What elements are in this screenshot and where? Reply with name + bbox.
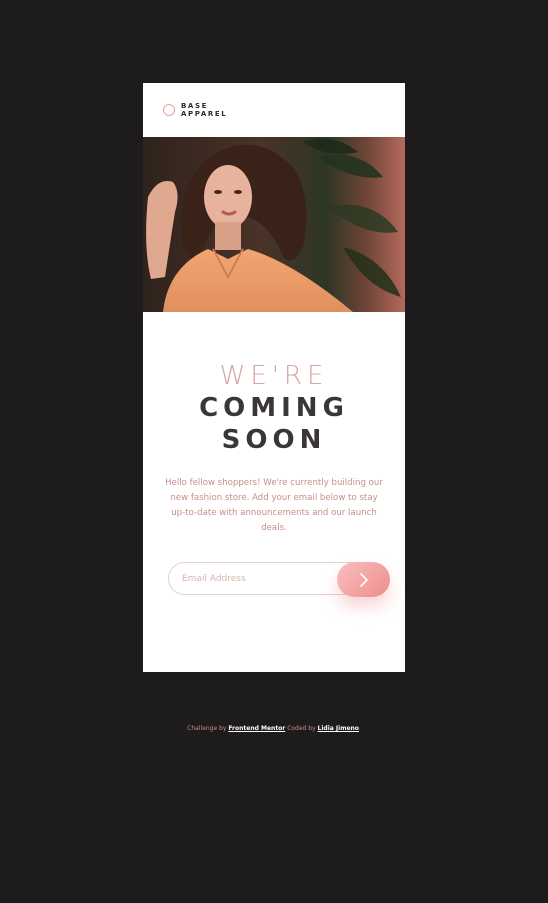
submit-button[interactable] <box>337 562 390 597</box>
footer-attribution: Challenge by Frontend Mentor Coded by Li… <box>0 725 548 732</box>
footer-suffix: . <box>358 725 361 732</box>
logo-text: BASE APPAREL <box>181 102 227 118</box>
footer-prefix: Challenge by <box>187 725 227 732</box>
title-line-1: WE'RE <box>219 361 329 391</box>
coming-soon-card: BASE APPAREL WE'RE COMING SOON Hello fel… <box>143 83 405 672</box>
logo-line-2: APPAREL <box>181 110 228 118</box>
logo-line-1: BASE <box>181 102 208 110</box>
frontend-mentor-link[interactable]: Frontend Mentor <box>228 725 285 732</box>
description-text: Hello fellow shoppers! We're currently b… <box>165 478 383 533</box>
chevron-right-icon <box>359 572 368 587</box>
title-line-2: COMING <box>199 393 349 423</box>
title-line-3: SOON <box>221 425 327 455</box>
page-title: WE'RE COMING SOON <box>143 360 405 456</box>
brand-logo[interactable]: BASE APPAREL <box>163 102 227 118</box>
logo-circle-icon <box>163 104 175 116</box>
header: BASE APPAREL <box>143 83 405 137</box>
hero-photo-illustration <box>143 137 405 312</box>
email-signup-form <box>168 562 390 598</box>
author-link[interactable]: Lidia Jimeno <box>318 725 359 732</box>
footer-middle: Coded by <box>287 725 316 732</box>
hero-image <box>143 137 405 312</box>
